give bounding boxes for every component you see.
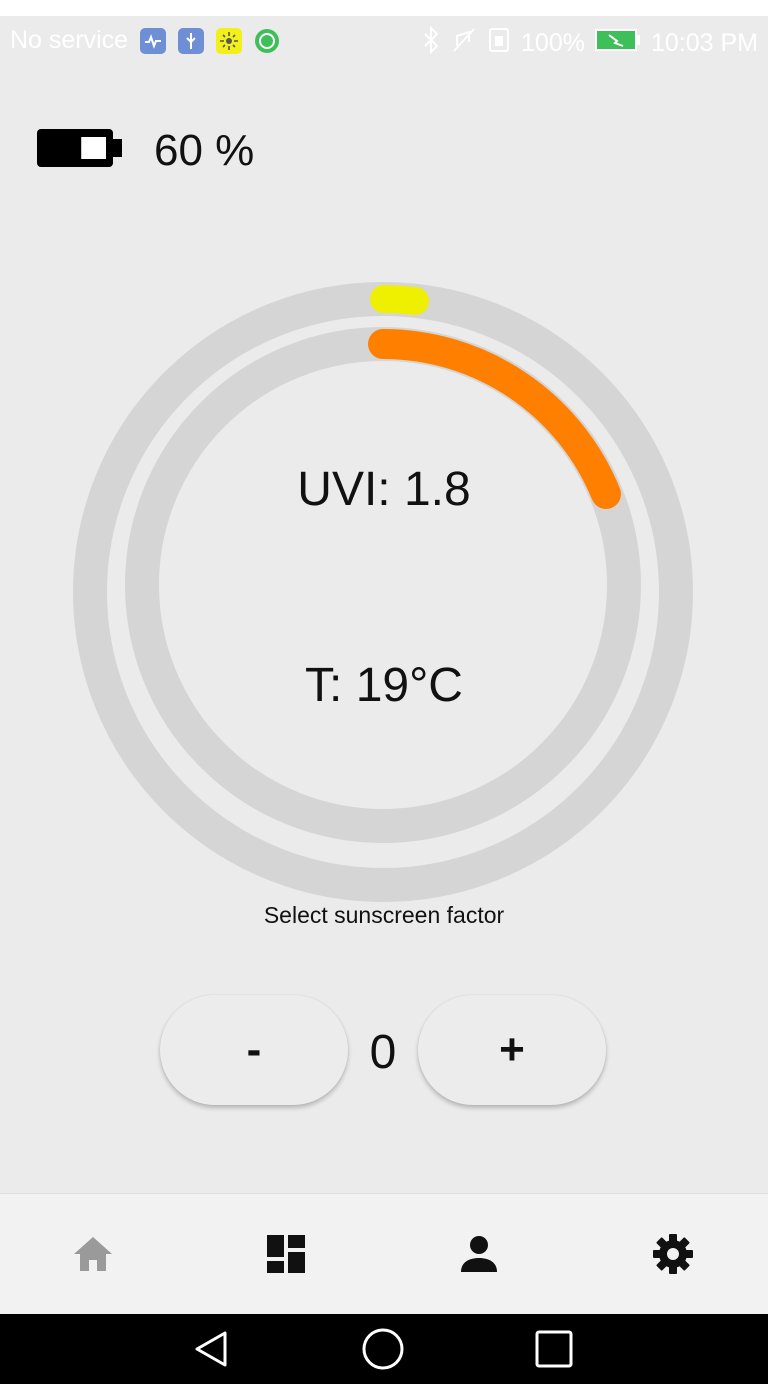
uv-index-readout: UVI: 1.8 <box>297 463 471 516</box>
increase-factor-button[interactable]: + <box>418 995 606 1105</box>
settings-icon <box>653 1234 693 1274</box>
recents-icon <box>535 1330 573 1368</box>
carrier-text: No service <box>10 26 129 54</box>
nav-profile[interactable] <box>449 1224 509 1284</box>
system-home-button[interactable] <box>353 1314 413 1384</box>
home-circle-icon <box>362 1328 404 1370</box>
outer-ring-track <box>73 282 693 902</box>
uv-gauge <box>73 282 693 902</box>
home-icon <box>74 1237 112 1271</box>
dashboard-icon <box>267 1235 305 1273</box>
bluetooth-icon <box>421 25 441 61</box>
battery-percentage: 60 % <box>154 125 255 175</box>
usb-icon <box>178 27 205 54</box>
device-battery-row: 60 % <box>34 124 254 177</box>
decrease-factor-button[interactable]: - <box>160 995 348 1105</box>
whatsapp-icon <box>254 28 280 54</box>
nav-dashboard[interactable] <box>256 1224 316 1284</box>
back-icon <box>195 1331 227 1367</box>
status-battery-text: 100% <box>521 29 585 57</box>
status-right: 100% 10:03 PM <box>411 25 758 61</box>
sim-icon <box>487 26 511 61</box>
sunscreen-factor-label: Select sunscreen factor <box>263 902 505 928</box>
system-back-button[interactable] <box>181 1314 241 1384</box>
system-recents-button[interactable] <box>524 1314 584 1384</box>
status-bar: No service 100% 10:03 PM <box>0 16 768 66</box>
temperature-readout: T: 19°C <box>305 659 463 712</box>
outer-ring-marker <box>370 285 429 315</box>
charging-battery-icon <box>594 29 641 58</box>
health-app-icon <box>140 27 167 54</box>
bottom-navigation <box>0 1193 768 1315</box>
sunscreen-factor-value: 0 <box>369 1026 397 1079</box>
nav-home[interactable] <box>63 1224 123 1284</box>
battery-icon <box>34 124 124 177</box>
system-navigation-bar <box>0 1314 768 1384</box>
sun-app-icon <box>216 27 243 54</box>
nav-settings[interactable] <box>643 1224 703 1284</box>
status-left: No service <box>10 26 280 55</box>
clock-text: 10:03 PM <box>650 29 758 57</box>
person-icon <box>461 1236 497 1272</box>
mute-icon <box>451 26 477 61</box>
